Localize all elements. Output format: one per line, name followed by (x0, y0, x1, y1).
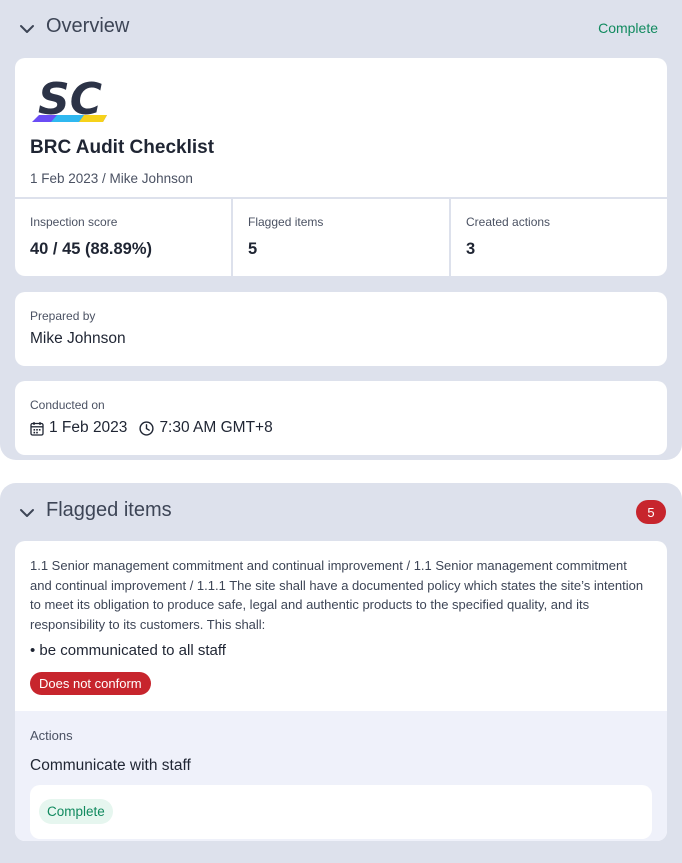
flagged-question-bullet: • be communicated to all staff (30, 642, 226, 659)
stat-value: 40 / 45 (88.89%) (30, 240, 152, 258)
report-title: BRC Audit Checklist (30, 137, 215, 158)
clock-icon (139, 420, 155, 436)
stat-value: 3 (466, 240, 476, 258)
conducted-on-datetime: 1 Feb 2023 7:30 AM GMT+8 (30, 419, 273, 437)
action-title[interactable]: Communicate with staff (30, 757, 191, 775)
chevron-down-icon[interactable] (18, 504, 36, 522)
action-status-badge: Complete (39, 799, 113, 824)
actions-area: Actions Communicate with staff Complete (15, 711, 667, 841)
prepared-by-value: Mike Johnson (30, 330, 126, 347)
overview-header[interactable]: Overview Complete (0, 0, 682, 58)
stat-inspection-score: Inspection score 40 / 45 (88.89%) (15, 199, 231, 276)
overview-title: Overview (46, 15, 130, 37)
conducted-on-card: Conducted on 1 Feb 2023 7:30 AM GMT+8 (15, 381, 667, 455)
stat-label: Inspection score (30, 215, 118, 229)
logo-lettering: SC (38, 74, 102, 125)
conducted-on-label: Conducted on (30, 398, 105, 412)
prepared-by-card: Prepared by Mike Johnson (15, 292, 667, 366)
flagged-items-header[interactable]: Flagged items 5 (0, 483, 682, 541)
stat-created-actions[interactable]: Created actions 3 (451, 199, 667, 276)
conducted-date: 1 Feb 2023 (49, 419, 128, 436)
calendar-icon (30, 421, 44, 436)
overview-section: Overview Complete SC BRC Audit Checklist… (0, 0, 682, 460)
stat-label: Flagged items (248, 215, 324, 229)
report-header-card: SC BRC Audit Checklist 1 Feb 2023 / Mike… (15, 58, 667, 276)
flagged-items-section: Flagged items 5 1.1 Senior management co… (0, 483, 682, 863)
flagged-question-text: 1.1 Senior management commitment and con… (30, 558, 644, 632)
response-badge: Does not conform (30, 672, 151, 695)
chevron-down-icon[interactable] (18, 20, 36, 38)
action-card[interactable]: Complete (30, 785, 652, 839)
flagged-count-badge: 5 (636, 500, 666, 524)
stat-value: 5 (248, 240, 258, 258)
actions-label: Actions (30, 728, 73, 743)
prepared-by-label: Prepared by (30, 309, 96, 323)
stat-label: Created actions (466, 215, 551, 229)
report-subtitle: 1 Feb 2023 / Mike Johnson (30, 171, 193, 186)
conducted-time: 7:30 AM GMT+8 (159, 419, 273, 436)
stat-flagged-items[interactable]: Flagged items 5 (233, 199, 449, 276)
flagged-items-title: Flagged items (46, 499, 172, 521)
overview-status: Complete (598, 20, 658, 36)
flagged-item-card: 1.1 Senior management commitment and con… (15, 541, 667, 841)
stats-row: Inspection score 40 / 45 (88.89%) Flagge… (15, 197, 667, 276)
company-logo: SC (32, 74, 107, 125)
